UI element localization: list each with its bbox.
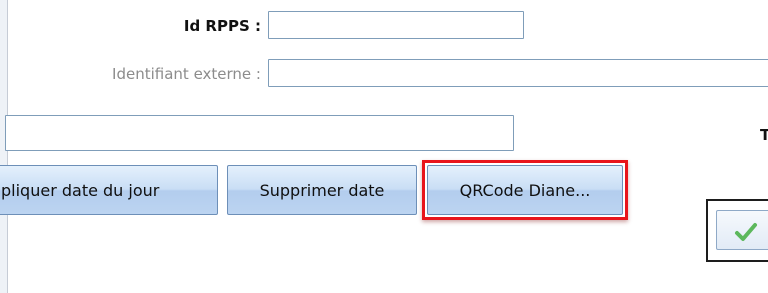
apply-today-date-label: pliquer date du jour bbox=[1, 180, 160, 200]
text-field[interactable] bbox=[5, 115, 514, 151]
rpps-input[interactable] bbox=[268, 11, 524, 39]
truncated-label: T bbox=[760, 126, 768, 144]
validate-button-frame bbox=[706, 199, 768, 262]
form-panel: Id RPPS : Identifiant externe : T plique… bbox=[0, 0, 768, 293]
qrcode-diane-button[interactable]: QRCode Diane... bbox=[427, 165, 623, 215]
qrcode-diane-label: QRCode Diane... bbox=[459, 180, 591, 200]
delete-date-button[interactable]: Supprimer date bbox=[227, 165, 417, 215]
validate-button[interactable] bbox=[716, 210, 768, 250]
rpps-label: Id RPPS : bbox=[183, 17, 261, 35]
external-id-input[interactable] bbox=[268, 59, 768, 87]
external-id-label: Identifiant externe : bbox=[112, 65, 261, 83]
delete-date-label: Supprimer date bbox=[259, 180, 385, 200]
apply-today-date-button[interactable]: pliquer date du jour bbox=[0, 165, 218, 215]
check-icon bbox=[735, 223, 757, 241]
